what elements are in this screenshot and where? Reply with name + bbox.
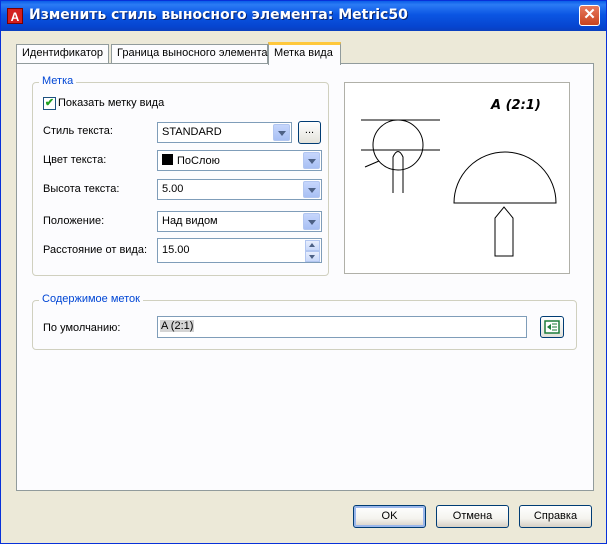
text-style-label: Стиль текста:	[43, 125, 113, 137]
default-label: По умолчанию:	[43, 322, 121, 334]
preview-drawing: A (2:1)	[361, 98, 557, 257]
chevron-down-icon[interactable]	[303, 181, 320, 198]
position-label: Положение:	[43, 215, 105, 227]
contents-group-title: Содержимое меток	[39, 293, 143, 305]
close-button[interactable]: ✕	[579, 5, 600, 26]
dialog-window: A Изменить стиль выносного элемента: Met…	[0, 0, 607, 544]
app-icon: A	[7, 8, 23, 24]
chevron-down-icon[interactable]	[273, 124, 290, 141]
chevron-down-icon[interactable]	[303, 213, 320, 230]
detail-view-symbol	[453, 151, 557, 257]
cancel-button[interactable]: Отмена	[436, 505, 509, 528]
text-style-select[interactable]: STANDARD	[157, 122, 292, 143]
preview-pane: A (2:1)	[344, 82, 570, 274]
spin-up-icon[interactable]	[305, 240, 320, 251]
preview-label-text: A (2:1)	[490, 98, 541, 113]
help-button[interactable]: Справка	[519, 505, 592, 528]
tab-view-label[interactable]: Метка вида	[268, 42, 341, 65]
detail-boundary-symbol	[361, 119, 440, 193]
chevron-down-icon[interactable]	[303, 152, 320, 169]
position-select[interactable]: Над видом	[157, 211, 322, 232]
label-group-title: Метка	[39, 75, 77, 87]
text-color-value: ПоСлою	[177, 155, 220, 167]
text-color-select[interactable]: ПоСлою	[157, 150, 322, 171]
text-color-label: Цвет текста:	[43, 154, 107, 166]
tab-boundary[interactable]: Граница выносного элемента	[111, 44, 268, 63]
text-height-value: 5.00	[162, 183, 184, 195]
position-value: Над видом	[162, 215, 218, 227]
ok-button[interactable]: OK	[353, 505, 426, 528]
text-style-browse-button[interactable]: ...	[298, 121, 321, 144]
text-height-select[interactable]: 5.00	[157, 179, 322, 200]
spin-down-icon[interactable]	[305, 251, 320, 262]
text-height-label: Высота текста:	[43, 183, 120, 195]
show-view-label-text: Показать метку вида	[58, 97, 165, 109]
color-swatch-icon	[162, 154, 173, 165]
show-view-label-checkbox[interactable]: ✔	[43, 97, 56, 110]
title-bar[interactable]: A Изменить стиль выносного элемента: Met…	[1, 1, 606, 31]
window-title: Изменить стиль выносного элемента: Metri…	[29, 7, 408, 23]
text-style-value: STANDARD	[162, 126, 222, 138]
default-contents-value: A (2:1)	[160, 320, 195, 332]
offset-value: 15.00	[162, 244, 190, 256]
insert-field-button[interactable]	[540, 316, 564, 338]
insert-field-icon	[544, 320, 560, 334]
default-contents-input[interactable]: A (2:1)	[157, 316, 527, 338]
offset-label: Расстояние от вида:	[43, 244, 148, 256]
offset-spinner[interactable]: 15.00	[157, 238, 322, 263]
tab-identifier[interactable]: Идентификатор	[16, 44, 109, 63]
